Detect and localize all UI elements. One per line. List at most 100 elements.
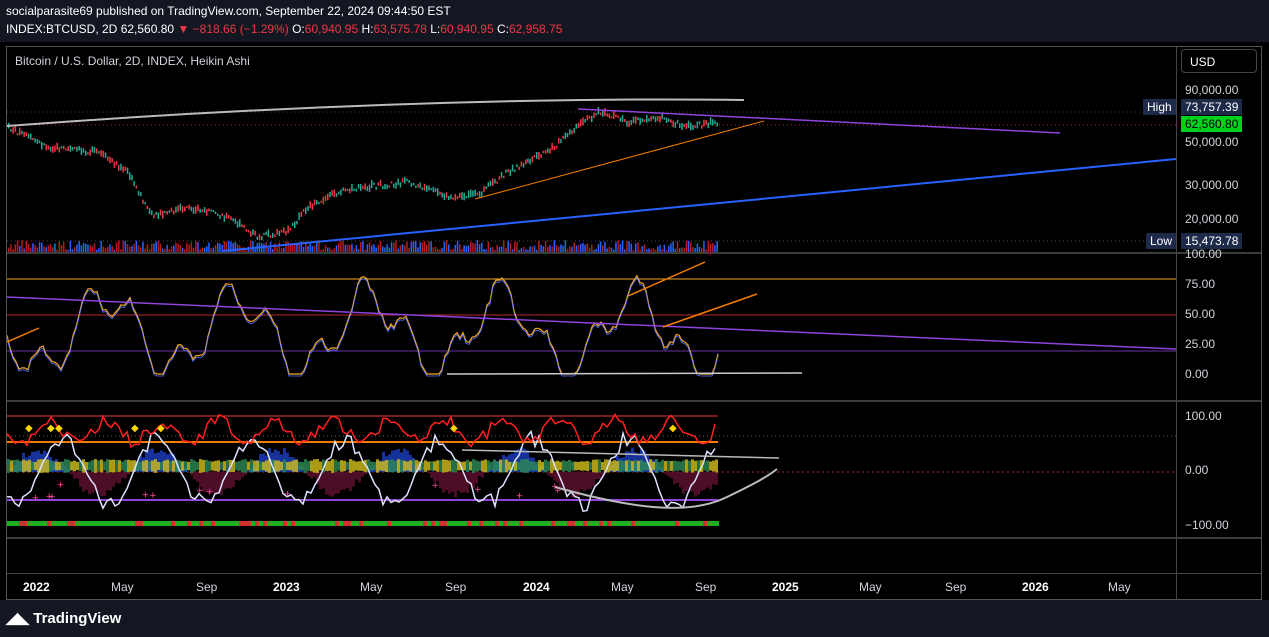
price-candle: [344, 188, 347, 192]
volume-bar: [485, 249, 487, 252]
price-candle: [406, 178, 408, 182]
osc-area-bar: [358, 472, 361, 483]
price-candle: [355, 188, 358, 192]
price-candle: [507, 169, 509, 173]
price-candle: [289, 227, 292, 231]
volume-bar: [276, 246, 278, 252]
osc-momentum-bar: [154, 459, 157, 473]
price-candle: [498, 176, 501, 180]
price-candle: [584, 119, 586, 123]
price-candle: [692, 124, 694, 130]
volume-bar: [168, 249, 171, 252]
osc-momentum-bar: [58, 461, 61, 471]
price-candle: [553, 145, 556, 151]
volume-bar: [329, 247, 331, 252]
osc-momentum-bar: [142, 460, 145, 472]
signal-cross-icon: +: [206, 487, 214, 497]
volume-bar: [96, 249, 98, 252]
price-candle: [212, 209, 215, 213]
osc-momentum-bar: [541, 461, 544, 471]
osc-area-bar: [709, 472, 712, 490]
osc-momentum-bar: [301, 461, 304, 471]
osc-area-bar: [322, 472, 325, 489]
tradingview-logo[interactable]: ◢◣ TradingView: [6, 609, 121, 627]
trend-strip-segment: [499, 521, 503, 526]
osc-momentum-bar: [469, 461, 472, 471]
volume-bar: [379, 241, 382, 252]
osc-momentum-bar: [466, 459, 469, 473]
osc-area-bar: [703, 472, 706, 490]
series-legend[interactable]: Bitcoin / U.S. Dollar, 2D, INDEX, Heikin…: [15, 54, 250, 68]
price-candle: [430, 188, 432, 191]
price-candle: [221, 213, 223, 217]
osc-area-bar: [673, 472, 676, 485]
osc-momentum-bar: [580, 461, 583, 471]
volume-bar: [714, 244, 716, 252]
price-candle: [399, 182, 402, 188]
price-candle: [104, 152, 107, 158]
price-candle: [276, 229, 278, 235]
price-candle: [509, 169, 512, 177]
rsi-tick: 100.00: [1185, 247, 1222, 261]
volume-bar: [74, 246, 76, 252]
price-candle: [173, 210, 175, 215]
osc-momentum-bar: [499, 459, 502, 473]
trend-strip-segment: [403, 521, 407, 526]
price-candle: [318, 201, 320, 205]
trend-strip-segment: [455, 521, 459, 526]
trend-strip-segment: [251, 521, 255, 526]
volume-bar: [540, 244, 542, 252]
price-candle: [58, 147, 61, 153]
signal-cross-icon: +: [284, 489, 292, 499]
volume-bar: [417, 247, 419, 252]
osc-momentum-bar: [19, 460, 22, 472]
price-candle: [49, 146, 52, 152]
osc-momentum-bar: [328, 461, 331, 471]
low-label-badge: Low: [1146, 233, 1177, 249]
price-candle: [368, 184, 371, 192]
osc-momentum-bar: [376, 459, 379, 473]
trend-strip-segment: [631, 521, 635, 526]
price-candle: [305, 207, 307, 214]
volume-bar: [120, 249, 122, 252]
volume-bar: [124, 240, 127, 252]
osc-momentum-bar: [208, 460, 211, 472]
price-candle: [377, 182, 380, 186]
osc-momentum-bar: [316, 459, 319, 473]
trend-strip-segment: [523, 521, 527, 526]
osc-momentum-bar: [112, 459, 115, 473]
trend-strip-segment: [299, 521, 303, 526]
volume-bar: [217, 242, 219, 252]
osc-momentum-bar: [346, 461, 349, 471]
volume-bar: [307, 245, 309, 252]
price-candle: [428, 185, 430, 191]
volume-bar: [687, 240, 690, 252]
price-candle: [547, 148, 549, 153]
trend-strip-segment: [383, 521, 387, 526]
volume-bar: [628, 241, 630, 252]
volume-bar: [432, 247, 435, 252]
price-tick: 30,000.00: [1185, 178, 1239, 192]
osc-momentum-bar: [199, 459, 202, 473]
trend-strip-segment: [603, 521, 607, 526]
volume-bar: [560, 244, 562, 252]
price-candle: [181, 206, 184, 213]
currency-selector[interactable]: USD: [1181, 49, 1257, 73]
osc-momentum-bar: [28, 459, 31, 473]
osc-momentum-bar: [685, 459, 688, 473]
osc-momentum-bar: [487, 460, 490, 472]
price-candle: [118, 165, 120, 171]
trend-strip-segment: [599, 521, 603, 526]
chart-area[interactable]: ◆ ◆ ◆ ◆ ◆ ◆ ◆ + + + + + + + + + + + + + + Bitcoin / U.S. Dol…: [6, 46, 1262, 600]
trend-strip-segment: [675, 521, 679, 526]
price-candle: [410, 183, 413, 187]
price-candle: [10, 129, 12, 132]
volume-bar: [353, 248, 355, 252]
price-candle: [131, 174, 133, 181]
trend-strip-segment: [63, 521, 67, 526]
osc-momentum-bar: [289, 461, 292, 471]
volume-bar: [518, 249, 520, 252]
volume-bar: [476, 240, 479, 252]
osc-momentum-bar: [619, 459, 622, 473]
trend-strip-segment: [47, 521, 51, 526]
